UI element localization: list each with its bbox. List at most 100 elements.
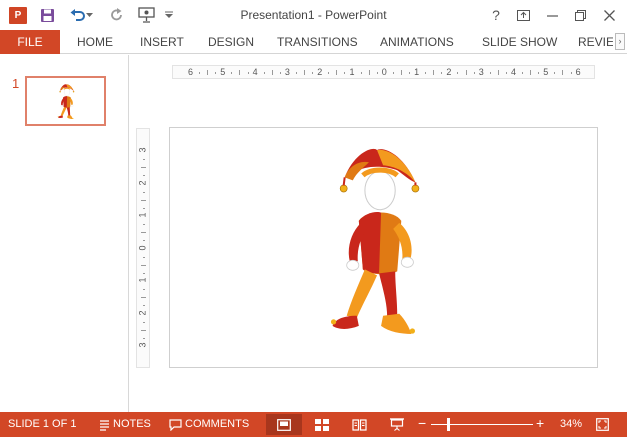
ruler-tick-label: 3 <box>284 67 290 77</box>
reading-view-icon[interactable] <box>351 416 367 433</box>
slide-show-view-icon[interactable] <box>389 416 405 433</box>
ruler-tick-label: 3 <box>478 67 484 77</box>
ruler-tick-label: 2 <box>317 67 323 77</box>
tab-transitions[interactable]: TRANSITIONS <box>277 30 358 54</box>
fit-slide-to-window-icon[interactable] <box>594 416 610 433</box>
ruler-tick <box>392 72 394 74</box>
ruler-tick <box>295 72 297 74</box>
ruler-tick-label: 2 <box>137 179 148 186</box>
zoom-level[interactable]: 34% <box>560 418 582 430</box>
ruler-tick <box>143 224 145 226</box>
ruler-tick <box>141 329 146 331</box>
ruler-tick <box>143 321 145 323</box>
ruler-tick <box>143 289 145 291</box>
ruler-tick-label: 1 <box>137 212 148 218</box>
ruler-tick <box>441 72 443 74</box>
zoom-slider-thumb[interactable] <box>447 418 451 431</box>
ruler-tick <box>328 72 330 74</box>
ribbon-display-options-icon[interactable] <box>512 5 534 25</box>
ruler-tick <box>143 159 145 161</box>
tab-slide-show[interactable]: SLIDE SHOW <box>482 30 557 54</box>
ruler-tick-label: 0 <box>381 67 387 77</box>
tab-insert[interactable]: INSERT <box>140 30 184 54</box>
undo-dropdown-icon[interactable] <box>84 5 94 25</box>
slide-sorter-view-icon[interactable] <box>314 416 330 433</box>
ruler-tick <box>505 72 507 74</box>
ruler-tick <box>304 70 306 75</box>
normal-view-icon[interactable] <box>266 414 302 435</box>
ruler-tick <box>433 70 435 75</box>
comments-button[interactable]: COMMENTS <box>185 418 249 430</box>
help-icon[interactable]: ? <box>485 5 507 25</box>
ruler-tick <box>312 72 314 74</box>
slide-indicator[interactable]: SLIDE 1 OF 1 <box>8 418 76 430</box>
ruler-tick-label: 3 <box>137 147 148 153</box>
ruler-tick <box>425 72 427 74</box>
tab-review[interactable]: REVIEW <box>578 30 613 54</box>
ruler-tick-label: 2 <box>446 67 452 77</box>
ruler-tick <box>141 167 146 169</box>
restore-icon[interactable] <box>569 5 591 25</box>
ruler-tick <box>143 240 145 242</box>
customize-qat-icon[interactable] <box>162 5 176 25</box>
ruler-tick <box>247 72 249 74</box>
zoom-slider-track[interactable] <box>431 424 533 425</box>
ruler-tick <box>473 72 475 74</box>
ruler-tick-label: 4 <box>252 67 258 77</box>
ruler-tick <box>207 70 209 75</box>
jester-figure-image[interactable] <box>324 142 426 334</box>
powerpoint-logo-icon[interactable]: P <box>9 7 27 24</box>
ruler-tick <box>271 70 273 75</box>
ribbon-tabs: FILE HOME INSERT DESIGN TRANSITIONS ANIM… <box>0 30 627 54</box>
ruler-tick <box>231 72 233 74</box>
ruler-tick <box>141 297 146 299</box>
ruler-tick-label: 6 <box>188 67 194 77</box>
ruler-tick <box>497 70 499 75</box>
ruler-tick <box>360 72 362 74</box>
ruler-tick <box>489 72 491 74</box>
ruler-tick-label: 1 <box>137 277 148 283</box>
slide-thumbnail-pane: 1 <box>0 55 129 412</box>
ruler-tick <box>570 72 572 74</box>
ruler-tick-label: 6 <box>575 67 581 77</box>
ruler-tick <box>465 70 467 75</box>
ruler-tick <box>141 264 146 266</box>
tab-file[interactable]: FILE <box>0 30 60 54</box>
zoom-out-button[interactable]: − <box>418 415 426 431</box>
ribbon-scroll-right-icon[interactable]: › <box>615 33 625 50</box>
ruler-tick <box>530 70 532 75</box>
close-icon[interactable] <box>598 5 620 25</box>
tab-design[interactable]: DESIGN <box>208 30 254 54</box>
ruler-tick <box>143 191 145 193</box>
zoom-in-button[interactable]: + <box>536 415 544 431</box>
redo-icon[interactable] <box>107 5 127 25</box>
slide-canvas[interactable] <box>169 127 598 368</box>
slide-thumbnail-number: 1 <box>12 76 20 91</box>
slide-thumbnail[interactable] <box>25 76 106 126</box>
ruler-tick <box>376 72 378 74</box>
ruler-tick <box>368 70 370 75</box>
notes-icon[interactable] <box>97 416 111 433</box>
start-from-beginning-icon[interactable] <box>136 5 156 25</box>
ruler-tick-label: 1 <box>349 67 355 77</box>
ruler-tick <box>215 72 217 74</box>
ruler-tick <box>336 70 338 75</box>
ruler-tick-label: 4 <box>511 67 517 77</box>
ruler-tick <box>562 70 564 75</box>
ruler-tick <box>143 337 145 339</box>
ruler-tick <box>263 72 265 74</box>
tab-home[interactable]: HOME <box>77 30 113 54</box>
ruler-tick <box>199 72 201 74</box>
ruler-tick <box>143 175 145 177</box>
ruler-tick-label: 2 <box>137 309 148 316</box>
powerpoint-window: P Presentation1 - PowerPoint ? FILE HOME… <box>0 0 627 437</box>
tab-animations[interactable]: ANIMATIONS <box>380 30 454 54</box>
ruler-tick-label: 5 <box>543 67 549 77</box>
minimize-icon[interactable] <box>541 5 563 25</box>
save-icon[interactable] <box>37 5 57 25</box>
comments-icon[interactable] <box>168 416 182 433</box>
notes-button[interactable]: NOTES <box>113 418 151 430</box>
ruler-tick <box>409 72 411 74</box>
ruler-tick <box>279 72 281 74</box>
ruler-tick <box>143 207 145 209</box>
